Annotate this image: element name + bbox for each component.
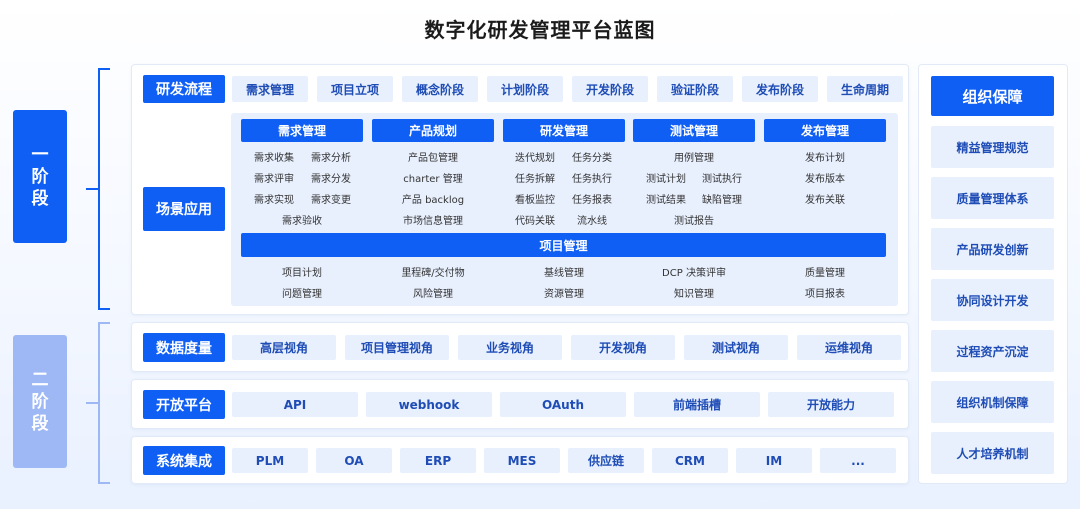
data-metrics-item[interactable]: 测试视角 bbox=[684, 335, 788, 360]
data-metrics-item[interactable]: 开发视角 bbox=[571, 335, 675, 360]
scenario-item: 需求实现 bbox=[254, 195, 294, 206]
system-integration-item[interactable]: 供应链 bbox=[568, 448, 644, 473]
scenario-item: 测试报告 bbox=[674, 216, 714, 227]
rd-process-item[interactable]: 开发阶段 bbox=[572, 76, 648, 102]
scenario-item: 测试结果 bbox=[646, 195, 686, 206]
phase-two-char: 段 bbox=[31, 413, 49, 434]
rd-process-row: 需求管理 项目立项 概念阶段 计划阶段 开发阶段 验证阶段 发布阶段 生命周期 bbox=[232, 76, 903, 102]
rd-process-item[interactable]: 概念阶段 bbox=[402, 76, 478, 102]
phase-two-label: 二 阶 段 bbox=[13, 335, 67, 468]
system-integration-item[interactable]: PLM bbox=[232, 448, 308, 473]
scenario-item: 发布版本 bbox=[805, 174, 845, 185]
scenario-item: 发布关联 bbox=[805, 195, 845, 206]
scenario-item: 缺陷管理 bbox=[702, 195, 742, 206]
project-item: 风险管理 bbox=[413, 289, 453, 300]
scenario-item: 需求分析 bbox=[311, 153, 351, 164]
system-integration-item[interactable]: IM bbox=[736, 448, 812, 473]
org-support-item[interactable]: 精益管理规范 bbox=[931, 126, 1054, 168]
phase-one-char: 一 bbox=[31, 144, 49, 165]
page-title: 数字化研发管理平台蓝图 bbox=[424, 18, 656, 42]
project-item: 里程碑/交付物 bbox=[401, 268, 465, 279]
scenario-col-rd-management[interactable]: 研发管理 bbox=[503, 119, 625, 142]
org-support-item[interactable]: 人才培养机制 bbox=[931, 432, 1054, 474]
system-integration-label: 系统集成 bbox=[143, 446, 225, 475]
org-support-label: 组织保障 bbox=[931, 76, 1054, 116]
data-metrics-label: 数据度量 bbox=[143, 333, 225, 362]
rd-process-item[interactable]: 需求管理 bbox=[232, 76, 308, 102]
rd-process-item[interactable]: 项目立项 bbox=[317, 76, 393, 102]
project-item: 知识管理 bbox=[674, 289, 714, 300]
project-item: DCP 决策评审 bbox=[662, 268, 726, 279]
org-support-item[interactable]: 协同设计开发 bbox=[931, 279, 1054, 321]
scenario-item: 需求变更 bbox=[311, 195, 351, 206]
scenario-item: 用例管理 bbox=[674, 153, 714, 164]
scenario-item: 代码关联 bbox=[515, 216, 555, 227]
project-item: 基线管理 bbox=[544, 268, 584, 279]
open-platform-item[interactable]: 开放能力 bbox=[768, 392, 894, 417]
rd-process-item[interactable]: 验证阶段 bbox=[657, 76, 733, 102]
org-support-item[interactable]: 产品研发创新 bbox=[931, 228, 1054, 270]
scenario-item: 任务分类 bbox=[572, 153, 612, 164]
scenario-item: 发布计划 bbox=[805, 153, 845, 164]
phase-one-char: 阶 bbox=[31, 166, 49, 187]
project-item: 质量管理 bbox=[805, 268, 845, 279]
scenario-item: 流水线 bbox=[577, 216, 607, 227]
scenario-item: 需求收集 bbox=[254, 153, 294, 164]
scenario-item: 需求验收 bbox=[282, 216, 322, 227]
project-item: 项目报表 bbox=[805, 289, 845, 300]
org-support-item[interactable]: 质量管理体系 bbox=[931, 177, 1054, 219]
scenario-col-requirements[interactable]: 需求管理 bbox=[241, 119, 363, 142]
rd-process-item[interactable]: 计划阶段 bbox=[487, 76, 563, 102]
scenario-item: 需求评审 bbox=[254, 174, 294, 185]
open-platform-item[interactable]: API bbox=[232, 392, 358, 417]
scenario-item: 任务执行 bbox=[572, 174, 612, 185]
open-platform-row: API webhook OAuth 前端插槽 开放能力 bbox=[232, 392, 894, 417]
org-support-item[interactable]: 过程资产沉淀 bbox=[931, 330, 1054, 372]
phase-two-char: 二 bbox=[31, 369, 49, 390]
system-integration-item[interactable]: ERP bbox=[400, 448, 476, 473]
system-integration-item[interactable]: MES bbox=[484, 448, 560, 473]
project-management-bar[interactable]: 项目管理 bbox=[241, 233, 886, 257]
rd-process-item[interactable]: 生命周期 bbox=[827, 76, 903, 102]
rd-process-item[interactable]: 发布阶段 bbox=[742, 76, 818, 102]
scenario-item: 测试执行 bbox=[702, 174, 742, 185]
scenario-col-test-management[interactable]: 测试管理 bbox=[633, 119, 755, 142]
open-platform-label: 开放平台 bbox=[143, 390, 225, 419]
scenario-item: 产品 backlog bbox=[401, 195, 465, 206]
open-platform-item[interactable]: OAuth bbox=[500, 392, 626, 417]
project-item: 问题管理 bbox=[282, 289, 322, 300]
phase-two-char: 阶 bbox=[31, 391, 49, 412]
scenario-item: 任务报表 bbox=[572, 195, 612, 206]
scenario-item: 需求分发 bbox=[311, 174, 351, 185]
data-metrics-item[interactable]: 项目管理视角 bbox=[345, 335, 449, 360]
phase-one-char: 段 bbox=[31, 188, 49, 209]
system-integration-item[interactable]: CRM bbox=[652, 448, 728, 473]
system-integration-item[interactable]: OA bbox=[316, 448, 392, 473]
data-metrics-item[interactable]: 运维视角 bbox=[797, 335, 901, 360]
data-metrics-item[interactable]: 高层视角 bbox=[232, 335, 336, 360]
project-item: 项目计划 bbox=[282, 268, 322, 279]
project-item: 资源管理 bbox=[544, 289, 584, 300]
scenario-col-release-management[interactable]: 发布管理 bbox=[764, 119, 886, 142]
scenario-item: 迭代规划 bbox=[515, 153, 555, 164]
scenario-item: 测试计划 bbox=[646, 174, 686, 185]
scenario-item: charter 管理 bbox=[403, 174, 463, 185]
scenario-label: 场景应用 bbox=[143, 187, 225, 231]
scenario-item: 市场信息管理 bbox=[403, 216, 463, 227]
open-platform-item[interactable]: 前端插槽 bbox=[634, 392, 760, 417]
rd-process-label: 研发流程 bbox=[143, 75, 225, 103]
scenario-item: 产品包管理 bbox=[408, 153, 458, 164]
scenario-col-product-planning[interactable]: 产品规划 bbox=[372, 119, 494, 142]
open-platform-item[interactable]: webhook bbox=[366, 392, 492, 417]
scenario-item: 任务拆解 bbox=[515, 174, 555, 185]
scenario-item: 看板监控 bbox=[515, 195, 555, 206]
phase-one-label: 一 阶 段 bbox=[13, 110, 67, 243]
org-support-item[interactable]: 组织机制保障 bbox=[931, 381, 1054, 423]
system-integration-item[interactable]: ... bbox=[820, 448, 896, 473]
data-metrics-item[interactable]: 业务视角 bbox=[458, 335, 562, 360]
system-integration-row: PLM OA ERP MES 供应链 CRM IM ... bbox=[232, 448, 896, 473]
data-metrics-row: 高层视角 项目管理视角 业务视角 开发视角 测试视角 运维视角 bbox=[232, 335, 901, 360]
